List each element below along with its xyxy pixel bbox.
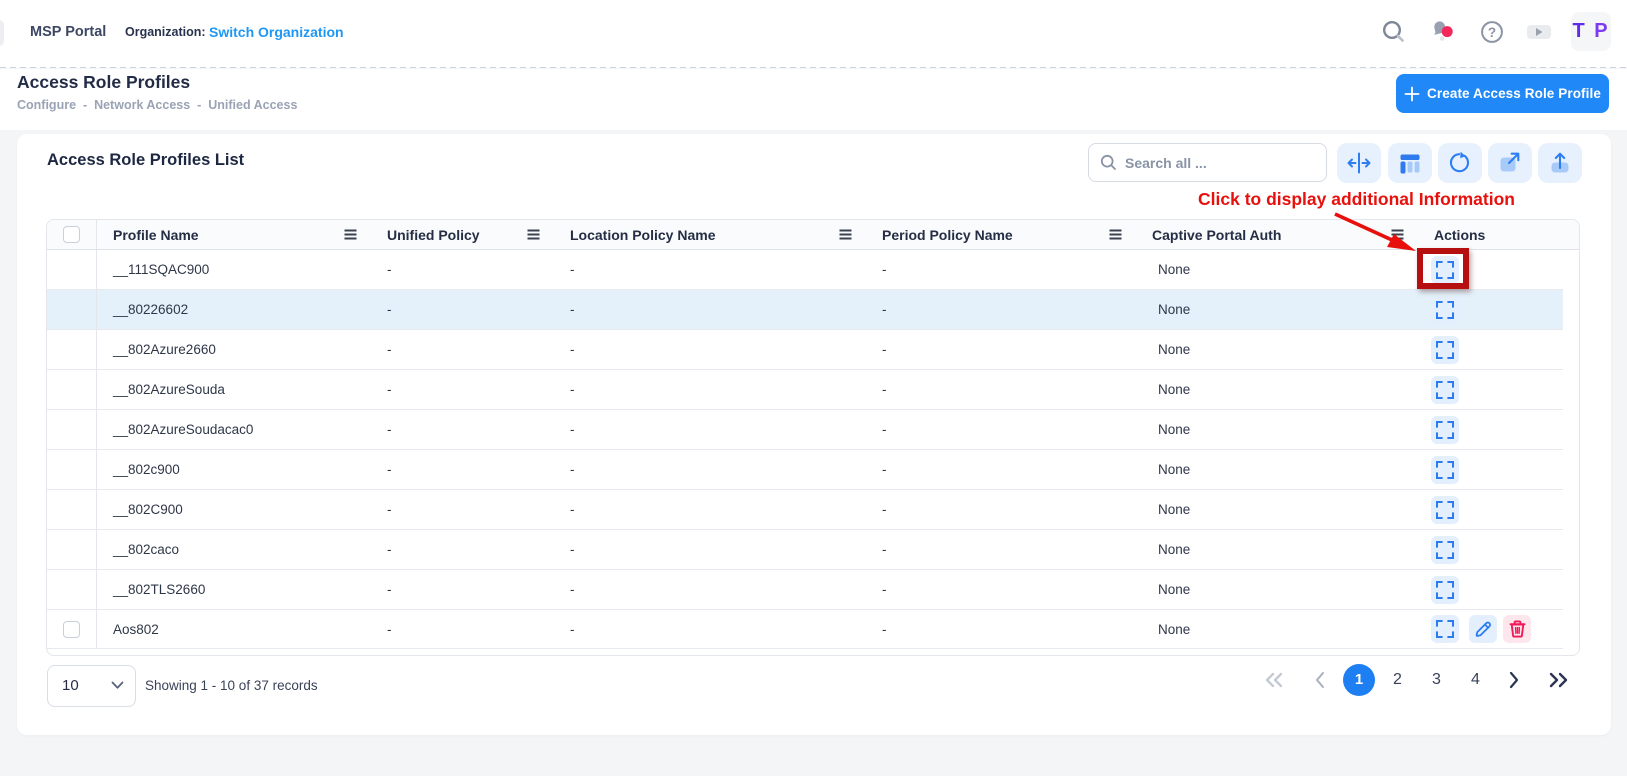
svg-text:?: ? — [1488, 25, 1496, 40]
